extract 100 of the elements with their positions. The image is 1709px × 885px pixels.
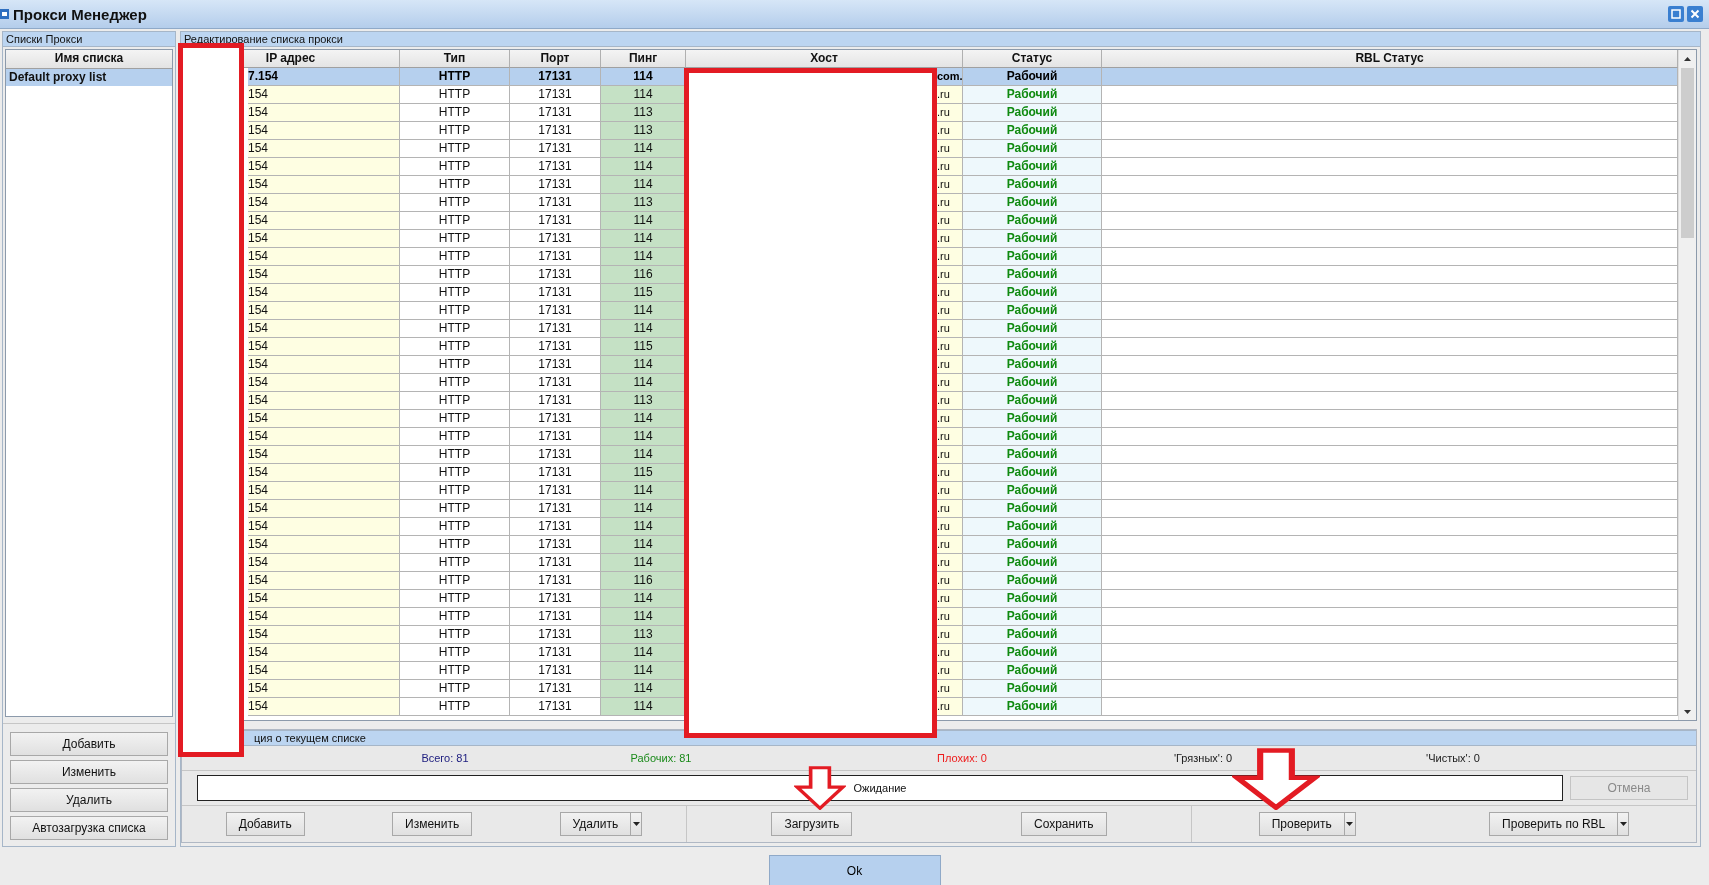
table-cell: Рабочий: [963, 392, 1102, 410]
close-icon[interactable]: [1687, 6, 1703, 22]
table-cell: Рабочий: [963, 590, 1102, 608]
table-cell: 154: [248, 284, 400, 302]
stat-text: 'Грязных': 0: [1172, 752, 1234, 764]
table-cell: 154: [248, 446, 400, 464]
scroll-thumb[interactable]: [1681, 68, 1694, 238]
dropdown-button[interactable]: [631, 812, 643, 836]
scroll-down-icon[interactable]: [1684, 709, 1691, 714]
table-cell: 154: [248, 374, 400, 392]
table-cell: Рабочий: [963, 140, 1102, 158]
table-cell: .ru: [937, 626, 963, 644]
table-cell: HTTP: [400, 680, 510, 698]
button[interactable]: Автозагрузка списка: [10, 816, 168, 840]
stat-text: 'Чистых': 0: [1425, 752, 1481, 764]
table-cell: 113: [601, 626, 686, 644]
table-cell: 154: [248, 482, 400, 500]
button[interactable]: Добавить: [225, 812, 305, 836]
button[interactable]: Изменить: [10, 760, 168, 784]
table-cell: 154: [248, 410, 400, 428]
table-cell: Рабочий: [963, 464, 1102, 482]
table-cell: 114: [601, 536, 686, 554]
table-cell: 154: [248, 428, 400, 446]
table-cell: .ru: [937, 482, 963, 500]
table-cell: .ru: [937, 158, 963, 176]
table-cell: 154: [248, 536, 400, 554]
table-cell: Рабочий: [963, 680, 1102, 698]
ok-button[interactable]: Ok: [768, 855, 941, 885]
button[interactable]: Проверить по RBL: [1489, 812, 1619, 836]
table-cell: 154: [248, 662, 400, 680]
table-cell: 17131: [510, 68, 601, 86]
table-cell: 154: [248, 392, 400, 410]
table-cell: 7.154: [248, 68, 400, 86]
button[interactable]: Загрузить: [771, 812, 853, 836]
table-cell: 114: [601, 482, 686, 500]
table-cell: Рабочий: [963, 284, 1102, 302]
table-cell: 154: [248, 140, 400, 158]
table-cell: Рабочий: [963, 446, 1102, 464]
button[interactable]: Удалить: [10, 788, 168, 812]
table-cell: 113: [601, 392, 686, 410]
table-cell: HTTP: [400, 698, 510, 716]
window-title: Прокси Менеджер: [13, 5, 147, 23]
table-cell: HTTP: [400, 626, 510, 644]
table-cell: .ru: [937, 428, 963, 446]
scroll-up-icon[interactable]: [1684, 56, 1691, 61]
scrollbar[interactable]: [1678, 50, 1696, 720]
table-cell: 154: [248, 626, 400, 644]
table-cell: HTTP: [400, 428, 510, 446]
table-cell: .ru: [937, 680, 963, 698]
table-cell: .ru: [937, 356, 963, 374]
maximize-icon[interactable]: [1668, 6, 1684, 22]
table-cell: .ru: [937, 662, 963, 680]
table-cell: 154: [248, 554, 400, 572]
column-header[interactable]: Имя списка: [6, 50, 172, 69]
table-cell: .ru: [937, 500, 963, 518]
table-cell: Рабочий: [963, 266, 1102, 284]
table-cell: HTTP: [400, 500, 510, 518]
table-cell: 154: [248, 158, 400, 176]
table-cell: 154: [248, 356, 400, 374]
dropdown-button[interactable]: [1344, 812, 1356, 836]
table-cell: 114: [601, 212, 686, 230]
table-cell: Рабочий: [963, 122, 1102, 140]
caret-icon: [632, 822, 640, 826]
table-cell: 114: [601, 230, 686, 248]
progress-field: Ожидание: [197, 775, 1563, 801]
table-cell: 114: [601, 176, 686, 194]
table-cell: HTTP: [400, 212, 510, 230]
table-cell: .ru: [937, 374, 963, 392]
table-cell: 154: [248, 590, 400, 608]
button[interactable]: Удалить: [559, 812, 632, 836]
dropdown-button[interactable]: [1618, 812, 1630, 836]
button[interactable]: Изменить: [392, 812, 473, 836]
table-cell: .ru: [937, 590, 963, 608]
table-cell: 114: [601, 158, 686, 176]
table-cell: HTTP: [400, 86, 510, 104]
table-cell: 154: [248, 104, 400, 122]
button[interactable]: Сохранить: [1020, 812, 1107, 836]
table-cell: Рабочий: [963, 356, 1102, 374]
down-arrow: [794, 766, 846, 810]
table-cell: Рабочий: [963, 482, 1102, 500]
table-cell: .ru: [937, 608, 963, 626]
table-cell: 114: [601, 608, 686, 626]
table-cell: 114: [601, 698, 686, 716]
table-cell: 154: [248, 518, 400, 536]
list-item[interactable]: Default proxy list: [6, 69, 172, 86]
button[interactable]: Проверить: [1258, 812, 1345, 836]
table-cell: 113: [601, 104, 686, 122]
table-cell: .ru: [937, 410, 963, 428]
table-cell: HTTP: [400, 536, 510, 554]
table-cell: 154: [248, 86, 400, 104]
table-cell: .ru: [937, 122, 963, 140]
table-cell: Рабочий: [963, 572, 1102, 590]
table-cell: 154: [248, 338, 400, 356]
table-cell: 154: [248, 194, 400, 212]
table-cell: HTTP: [400, 392, 510, 410]
table-cell: .ru: [937, 554, 963, 572]
stat-text: Рабочих: 81: [629, 752, 693, 764]
table-cell: 114: [601, 590, 686, 608]
button[interactable]: Добавить: [10, 732, 168, 756]
table-cell: HTTP: [400, 356, 510, 374]
